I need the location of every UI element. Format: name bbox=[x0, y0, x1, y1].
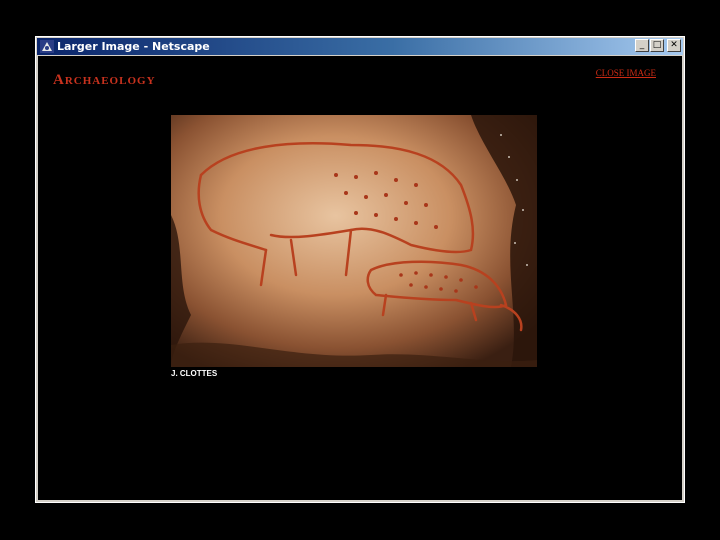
archaeology-logo: Archaeology bbox=[53, 72, 156, 88]
close-image-link[interactable]: CLOSE IMAGE bbox=[596, 68, 656, 78]
close-window-button[interactable]: ✕ bbox=[667, 39, 681, 52]
maximize-icon: □ bbox=[652, 40, 662, 50]
window-title: Larger Image - Netscape bbox=[57, 40, 210, 53]
netscape-icon bbox=[40, 40, 54, 53]
minimize-button[interactable]: _ bbox=[635, 39, 649, 52]
close-icon: ✕ bbox=[670, 40, 678, 50]
photo-credit: J. CLOTTES bbox=[171, 369, 218, 378]
title-bar[interactable]: Larger Image - Netscape _ □ ✕ bbox=[37, 38, 683, 55]
browser-window: Larger Image - Netscape _ □ ✕ Archaeolog… bbox=[35, 36, 685, 503]
cave-painting-image bbox=[171, 115, 537, 367]
maximize-button[interactable]: □ bbox=[650, 39, 664, 52]
page-content: Archaeology CLOSE IMAGE J. CLOTTES bbox=[38, 56, 682, 500]
minimize-icon: _ bbox=[639, 40, 645, 50]
